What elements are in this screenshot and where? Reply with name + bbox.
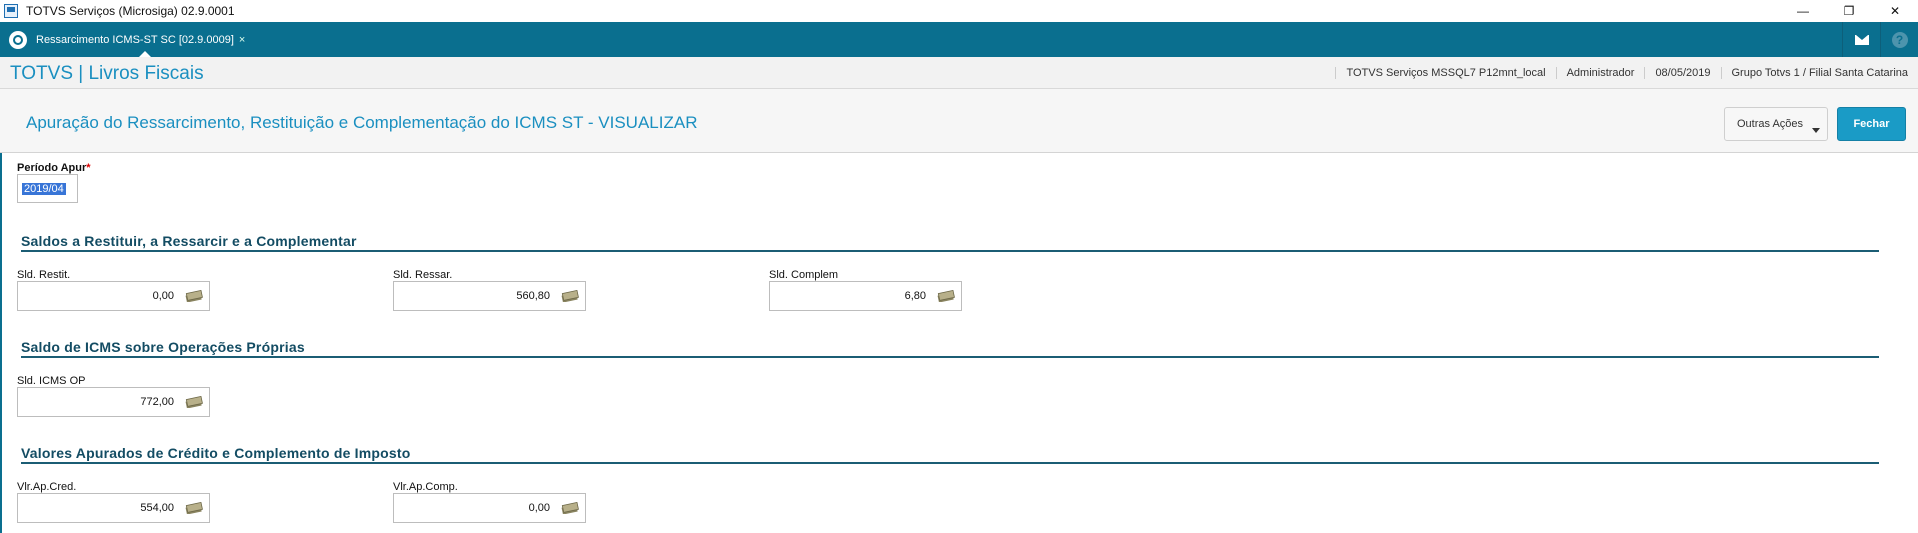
tab-close-icon[interactable]: × [239,34,245,46]
restore-button[interactable]: ❐ [1826,0,1872,22]
user-info: Administrador [1555,67,1645,79]
sld-icms-op-value: 772,00 [140,396,174,408]
money-icon[interactable] [937,290,955,302]
money-icon[interactable] [185,290,203,302]
sld-restit-value: 0,00 [152,290,174,302]
money-icon[interactable] [185,502,203,514]
sld-complem-value: 6,80 [904,290,926,302]
sld-complem-field[interactable]: 6,80 [769,281,962,311]
minimize-button[interactable]: — [1780,0,1826,22]
sld-restit-field[interactable]: 0,00 [17,281,210,311]
section-saldos: Saldos a Restituir, a Ressarcir e a Comp… [21,230,1879,252]
tabbar-actions: ? [1842,22,1918,57]
section-valores-apurados: Valores Apurados de Crédito e Complement… [21,442,1879,464]
tab-bar: Ressarcimento ICMS-ST SC [02.9.0009] × ? [0,22,1918,57]
sld-icms-op-label: Sld. ICMS OP [17,375,86,387]
sld-restit-label: Sld. Restit. [17,269,71,281]
tab-label: Ressarcimento ICMS-ST SC [02.9.0009] [36,33,234,46]
window-title: TOTVS Serviços (Microsiga) 02.9.0001 [26,4,235,18]
brand-title: TOTVS | Livros Fiscais [10,63,204,84]
periodo-value: 2019/04 [22,183,66,195]
help-icon: ? [1891,31,1908,48]
outras-acoes-button[interactable]: Outras Ações [1724,107,1828,141]
sld-icms-op-field[interactable]: 772,00 [17,387,210,417]
outras-acoes-label: Outras Ações [1737,118,1804,130]
branch-info: Grupo Totvs 1 / Filial Santa Catarina [1720,67,1918,79]
vlr-ap-cred-value: 554,00 [140,502,174,514]
window-controls: — ❐ ✕ [1780,0,1918,22]
session-info: TOTVS Serviços MSSQL7 P12mnt_local Admin… [1335,57,1918,89]
periodo-label: Período Apur* [17,162,91,174]
environment-info: TOTVS Serviços MSSQL7 P12mnt_local [1335,67,1555,79]
app-icon [4,4,18,18]
vlr-ap-comp-field[interactable]: 0,00 [393,493,586,523]
required-mark: * [86,162,91,174]
vlr-ap-cred-label: Vlr.Ap.Cred. [17,481,77,493]
money-icon[interactable] [185,396,203,408]
fechar-button[interactable]: Fechar [1837,107,1906,141]
app-header: TOTVS | Livros Fiscais TOTVS Serviços MS… [0,57,1918,89]
totvs-home-icon[interactable] [9,31,27,49]
money-icon[interactable] [561,290,579,302]
page-header: Apuração do Ressarcimento, Restituição e… [0,89,1918,153]
vlr-ap-cred-field[interactable]: 554,00 [17,493,210,523]
help-button[interactable]: ? [1880,22,1918,57]
vlr-ap-comp-label: Vlr.Ap.Comp. [393,481,458,493]
window-titlebar: TOTVS Serviços (Microsiga) 02.9.0001 — ❐… [0,0,1918,22]
section-title: Saldo de ICMS sobre Operações Próprias [21,339,305,355]
section-saldo-icms-op: Saldo de ICMS sobre Operações Próprias [21,336,1879,358]
section-title: Saldos a Restituir, a Ressarcir e a Comp… [21,233,357,249]
page-title: Apuração do Ressarcimento, Restituição e… [26,113,698,132]
sld-ressar-field[interactable]: 560,80 [393,281,586,311]
vlr-ap-comp-value: 0,00 [528,502,550,514]
periodo-input[interactable]: 2019/04 [17,174,78,203]
mail-icon [1854,34,1869,45]
periodo-label-text: Período Apur [17,162,87,174]
sld-ressar-value: 560,80 [516,290,550,302]
chevron-down-icon [1812,128,1820,133]
mail-button[interactable] [1842,22,1880,57]
sld-ressar-label: Sld. Ressar. [393,269,453,281]
close-window-button[interactable]: ✕ [1872,0,1918,22]
money-icon[interactable] [561,502,579,514]
date-info: 08/05/2019 [1644,67,1720,79]
section-title: Valores Apurados de Crédito e Complement… [21,445,411,461]
sld-complem-label: Sld. Complem [769,269,839,281]
